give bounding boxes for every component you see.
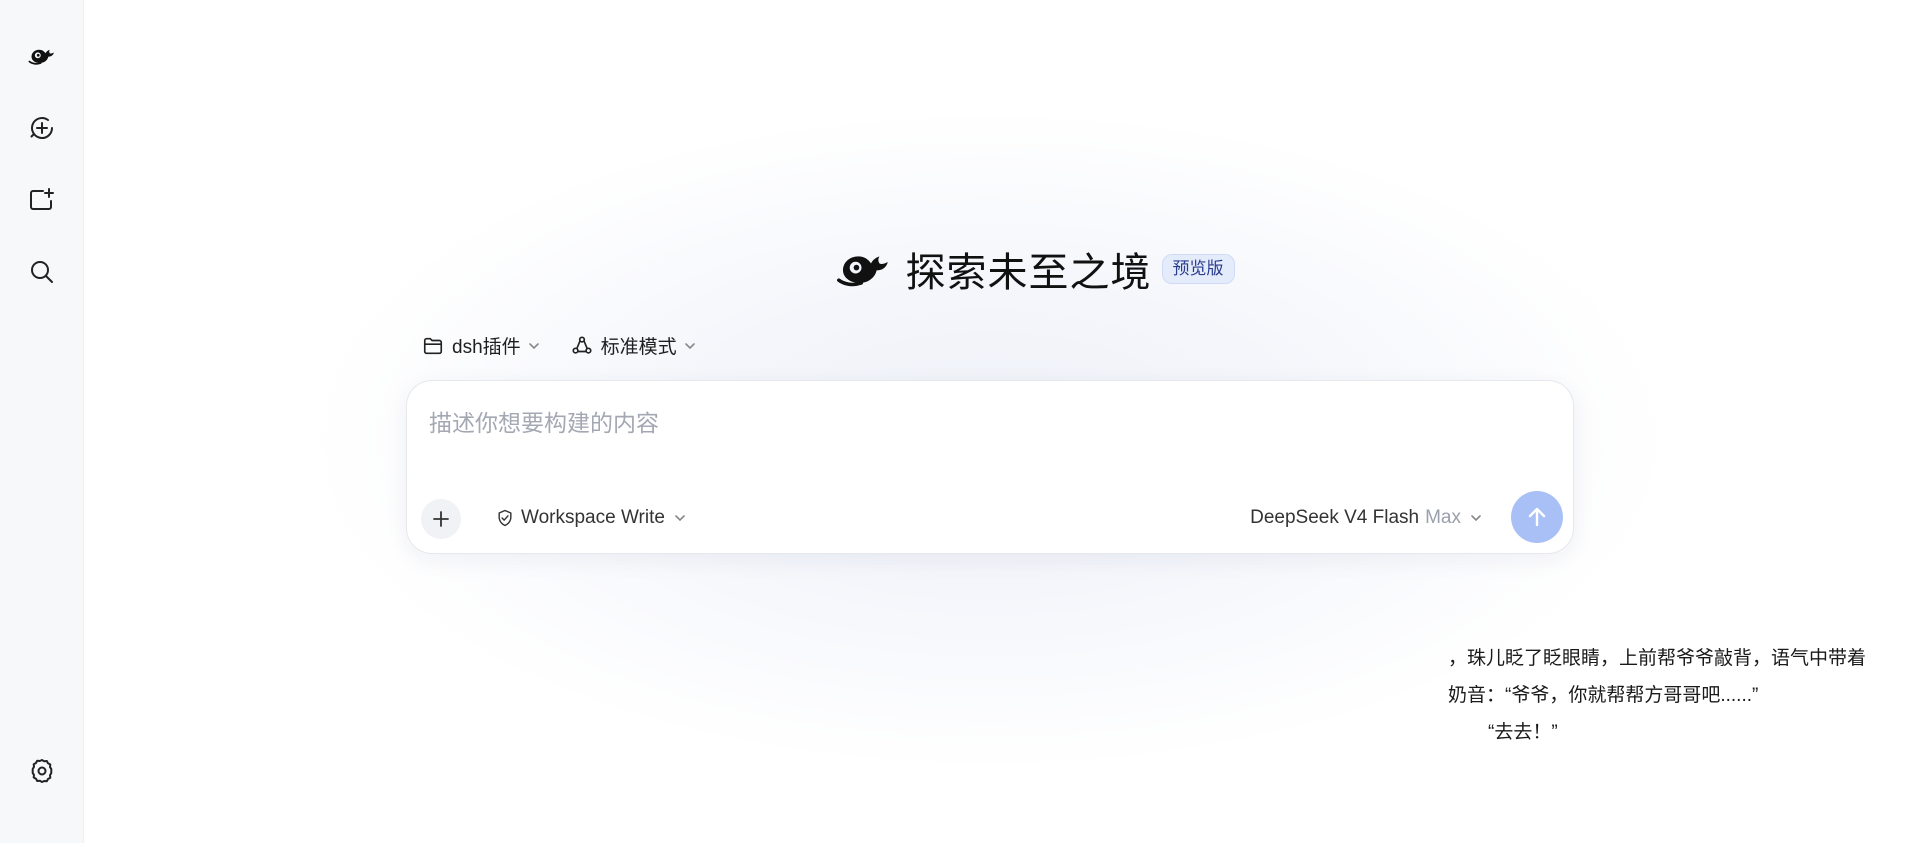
main-area: 探索未至之境 预览版 dsh插件 标准模式 描述你想要构建的内容 Workspa… xyxy=(84,0,1908,843)
hero-logo xyxy=(836,246,892,292)
hero-inner: 探索未至之境 预览版 xyxy=(836,240,1235,298)
settings-button[interactable] xyxy=(18,747,66,795)
chevron-down-icon xyxy=(1471,515,1481,522)
project-selector[interactable]: dsh插件 xyxy=(422,332,541,359)
folder-icon xyxy=(423,337,443,354)
chevron-down-icon xyxy=(675,515,685,522)
logo-button[interactable] xyxy=(18,32,66,80)
send-button[interactable] xyxy=(1511,491,1563,543)
app-window: 探索未至之境 预览版 dsh插件 标准模式 描述你想要构建的内容 Workspa… xyxy=(0,0,1908,843)
new-project-button[interactable] xyxy=(18,176,66,224)
attach-button[interactable] xyxy=(421,499,461,539)
plus-circle-icon xyxy=(30,117,53,139)
preview-badge: 预览版 xyxy=(1161,254,1235,284)
context-selectors: dsh插件 标准模式 xyxy=(422,332,727,359)
plus-icon xyxy=(433,511,449,527)
permission-selector[interactable]: Workspace Write xyxy=(495,507,687,529)
composer: Workspace Write DeepSeek V4 Flash Max xyxy=(406,380,1574,554)
chevron-down-icon xyxy=(684,342,695,349)
prompt-input[interactable] xyxy=(429,405,1529,441)
new-chat-button[interactable] xyxy=(18,104,66,152)
shield-check-icon xyxy=(498,509,512,527)
sidebar xyxy=(0,0,84,843)
gear-icon xyxy=(31,759,53,783)
story-line: ，珠儿眨了眨眼睛，上前帮爷爷敲背，语气中带着 xyxy=(1448,648,1867,669)
mode-selector-label: 标准模式 xyxy=(600,337,677,358)
whale-logo-icon xyxy=(836,256,888,287)
page-title: 探索未至之境 xyxy=(905,251,1152,295)
folder-plus-icon xyxy=(29,188,54,210)
project-selector-label: dsh插件 xyxy=(452,337,521,358)
hero: 探索未至之境 预览版 xyxy=(84,240,1908,298)
arrow-up-icon xyxy=(1528,507,1546,527)
overlay-story-text: ，珠儿眨了眨眼睛，上前帮爷爷敲背，语气中带着 奶音：“爷爷，你就帮帮方哥哥吧..… xyxy=(1448,640,1908,751)
model-name: DeepSeek V4 Flash xyxy=(1250,507,1420,528)
model-tier: Max xyxy=(1425,507,1461,528)
whale-logo-icon xyxy=(28,49,54,65)
model-selector[interactable]: DeepSeek V4 Flash Max xyxy=(1250,507,1483,529)
story-line: 奶音：“爷爷，你就帮帮方哥哥吧......” xyxy=(1448,685,1759,706)
permission-label: Workspace Write xyxy=(521,507,665,528)
mode-selector[interactable]: 标准模式 xyxy=(571,332,697,359)
search-icon xyxy=(30,261,53,283)
mode-cycle-icon xyxy=(572,335,592,354)
search-button[interactable] xyxy=(18,248,66,296)
story-line: “去去！” xyxy=(1488,722,1558,743)
chevron-down-icon xyxy=(528,342,539,349)
